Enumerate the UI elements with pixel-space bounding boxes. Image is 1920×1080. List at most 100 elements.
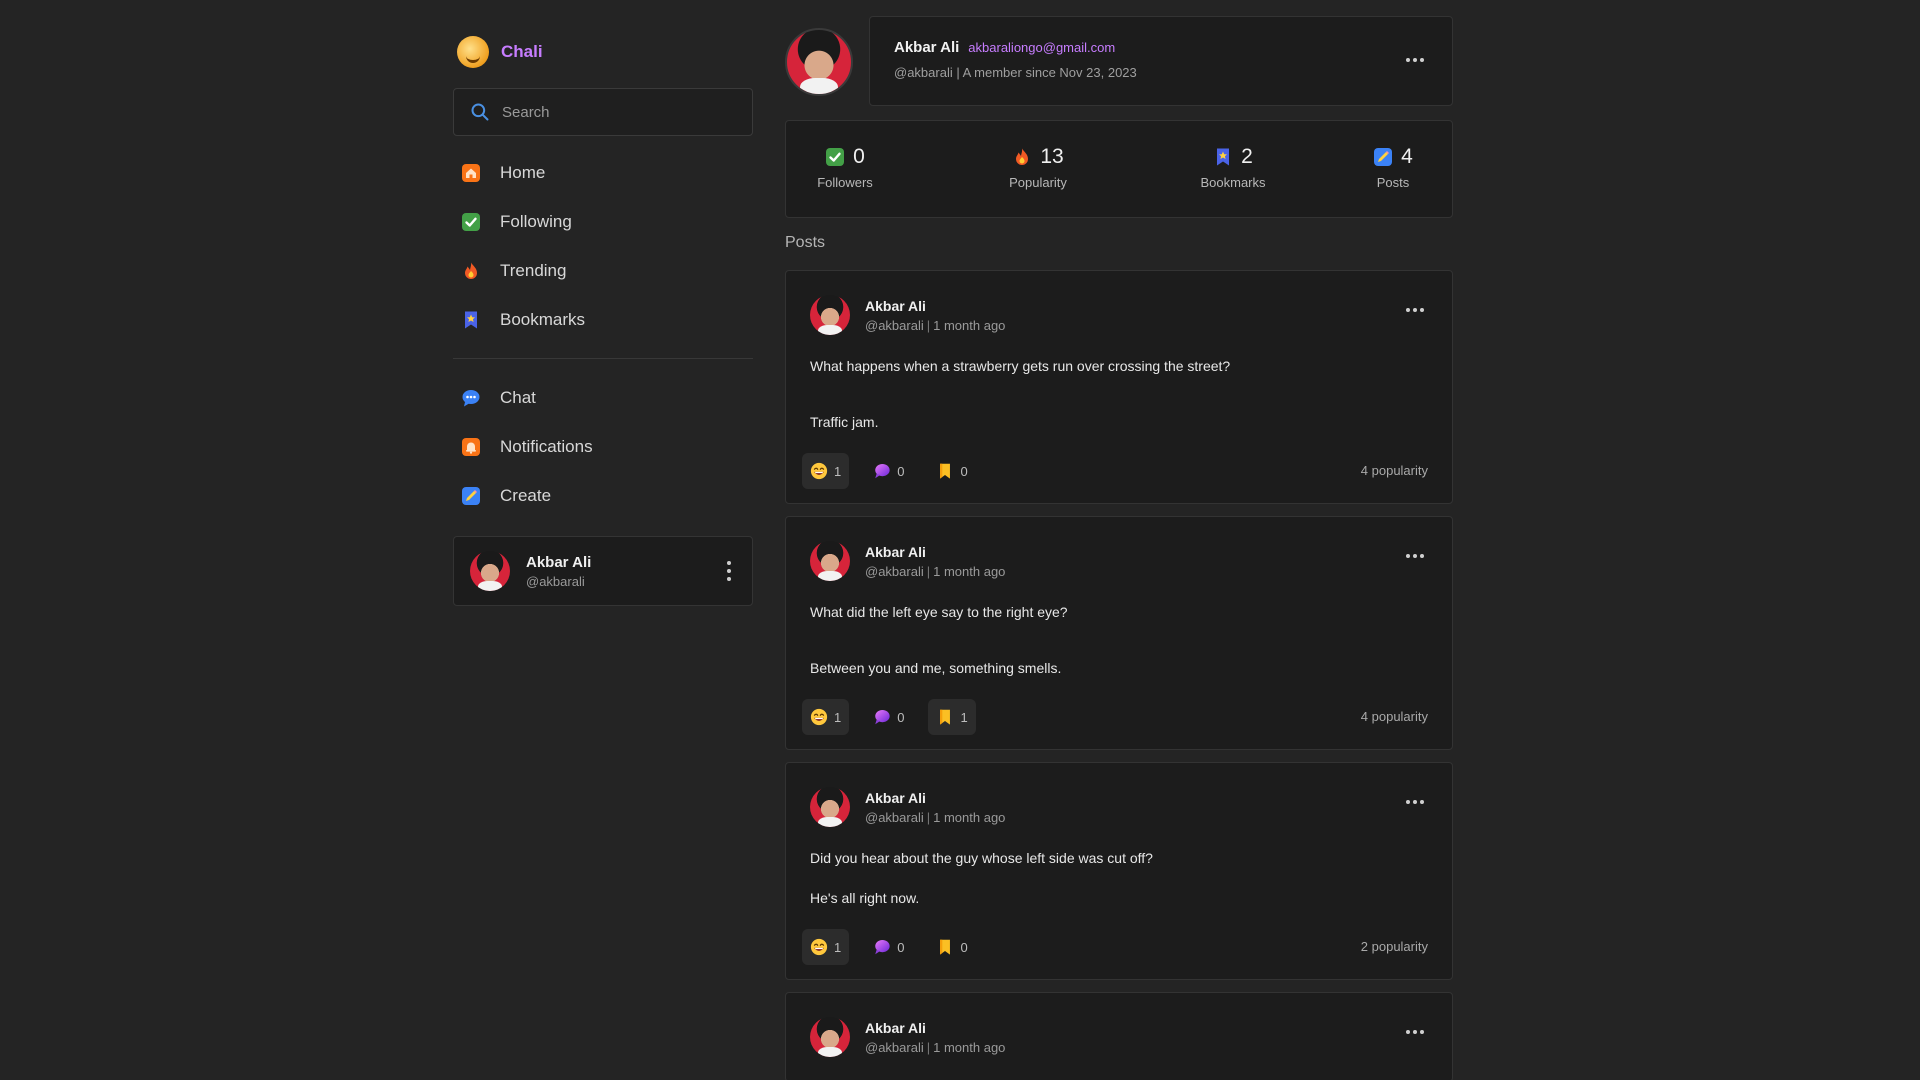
bookmark-star-icon [461, 310, 481, 330]
post-card[interactable]: Akbar Ali @akbarali | 1 month ago What did… [785, 516, 1453, 750]
avatar [470, 551, 510, 591]
nav-item-label: Trending [500, 260, 567, 280]
nav-item-label: Following [500, 211, 572, 231]
primary-nav: Home Following Trending Bookmarks [453, 148, 753, 344]
bookmark-star-icon [1213, 147, 1233, 167]
stat-followers[interactable]: 0 Followers [810, 143, 880, 190]
bookmark-icon [936, 708, 954, 726]
current-user-handle: @akbarali [526, 573, 585, 589]
avatar[interactable] [810, 1017, 850, 1057]
search-input[interactable] [502, 103, 732, 121]
bookmark-count: 1 [960, 709, 968, 725]
nav-item-notifications[interactable]: Notifications [453, 422, 753, 471]
post-handle: @akbarali [865, 563, 924, 579]
bookmark-button[interactable]: 0 [928, 929, 975, 965]
brand-name: Chali [501, 42, 543, 61]
post-handle: @akbarali [865, 317, 924, 333]
react-button[interactable]: 1 [802, 699, 850, 735]
comment-button[interactable]: 0 [865, 929, 912, 965]
posts-heading: Posts [785, 234, 826, 251]
comment-count: 0 [897, 939, 905, 955]
profile-header: Akbar Ali akbaraliongo@gmail.com @akbara… [785, 16, 1453, 106]
bell-icon [461, 437, 481, 457]
nav-item-label: Bookmarks [500, 309, 586, 329]
separator: | [926, 317, 931, 333]
stat-bookmarks[interactable]: 2 Bookmarks [1188, 143, 1278, 190]
react-button[interactable]: 1 [802, 929, 850, 965]
stat-value: 4 [1401, 145, 1413, 168]
bookmark-icon [936, 938, 954, 956]
post-author[interactable]: Akbar Ali [865, 544, 1005, 560]
nav-item-create[interactable]: Create [453, 471, 753, 520]
secondary-nav: Chat Notifications Create [453, 373, 753, 520]
stat-posts[interactable]: 4 Posts [1358, 143, 1428, 190]
chali-logo-icon [457, 36, 489, 68]
nav-item-label: Home [500, 162, 546, 182]
bookmark-count: 0 [960, 939, 968, 955]
search-box [453, 88, 753, 136]
search-icon [471, 103, 489, 121]
pencil-icon [1373, 147, 1393, 167]
nav-item-bookmarks[interactable]: Bookmarks [453, 295, 753, 344]
comment-bubble-icon [873, 462, 891, 480]
profile-avatar[interactable] [785, 28, 853, 96]
avatar[interactable] [810, 541, 850, 581]
bookmark-button[interactable]: 1 [928, 699, 976, 735]
post-more-icon[interactable] [1406, 1029, 1424, 1035]
post-author[interactable]: Akbar Ali [865, 298, 1005, 314]
post-card[interactable]: Akbar Ali @akbarali | 1 month ago Did you … [785, 762, 1453, 980]
post-card[interactable]: Akbar Ali @akbarali | 1 month ago What hap… [785, 270, 1453, 504]
profile-info-card: Akbar Ali akbaraliongo@gmail.com @akbara… [869, 16, 1453, 106]
post-body: What happens when a strawberry gets run … [810, 357, 1428, 431]
bookmark-count: 0 [960, 463, 968, 479]
nav-item-label: Create [500, 485, 552, 505]
bookmark-button[interactable]: 0 [928, 453, 975, 489]
profile-name: Akbar Ali [894, 39, 960, 56]
post-card[interactable]: Akbar Ali @akbarali | 1 month ago [785, 992, 1453, 1080]
nav-item-trending[interactable]: Trending [453, 246, 753, 295]
post-time: 1 month ago [933, 1039, 1006, 1055]
brand[interactable]: Chali [453, 30, 753, 74]
sidebar: Chali Home Following Trending Bookmarks Cha… [453, 30, 753, 606]
nav-item-home[interactable]: Home [453, 148, 753, 197]
current-user-card[interactable]: Akbar Ali @akbarali [453, 536, 753, 606]
separator: | [926, 563, 931, 579]
post-more-icon[interactable] [1406, 307, 1424, 313]
posts-list: Akbar Ali @akbarali | 1 month ago What hap… [785, 270, 1453, 1080]
post-author[interactable]: Akbar Ali [865, 1020, 1005, 1036]
comment-button[interactable]: 0 [865, 453, 912, 489]
comment-button[interactable]: 0 [865, 699, 912, 735]
post-author[interactable]: Akbar Ali [865, 790, 1005, 806]
post-more-icon[interactable] [1406, 799, 1424, 805]
laughing-emoji-icon [810, 462, 828, 480]
post-popularity: 4 popularity [1360, 463, 1428, 478]
post-time: 1 month ago [933, 317, 1006, 333]
avatar[interactable] [810, 787, 850, 827]
post-more-icon[interactable] [1406, 553, 1424, 559]
post-text-line: What did the left eye say to the right e… [810, 604, 1068, 620]
avatar[interactable] [810, 295, 850, 335]
reaction-count: 1 [834, 463, 842, 479]
post-text-line: Traffic jam. [810, 414, 879, 430]
stat-value: 13 [1040, 145, 1064, 168]
stat-label: Bookmarks [1200, 175, 1266, 190]
nav-item-label: Notifications [500, 436, 593, 456]
laughing-emoji-icon [810, 938, 828, 956]
stat-popularity[interactable]: 13 Popularity [998, 143, 1078, 190]
chat-icon [461, 388, 481, 408]
separator: | [926, 1039, 931, 1055]
post-handle: @akbarali [865, 809, 924, 825]
post-actions: 1 0 1 4 popularity [802, 699, 1428, 735]
profile-more-icon[interactable] [1406, 57, 1424, 63]
nav-item-following[interactable]: Following [453, 197, 753, 246]
post-actions: 1 0 0 4 popularity [802, 453, 1428, 489]
post-time: 1 month ago [933, 809, 1006, 825]
profile-subline: @akbarali | A member since Nov 23, 2023 [894, 65, 1137, 80]
user-menu-kebab-icon[interactable] [726, 561, 732, 581]
stat-label: Posts [1376, 175, 1410, 190]
nav-item-chat[interactable]: Chat [453, 373, 753, 422]
react-button[interactable]: 1 [802, 453, 850, 489]
profile-email[interactable]: akbaraliongo@gmail.com [968, 40, 1115, 55]
post-text-line: Did you hear about the guy whose left si… [810, 850, 1153, 866]
current-user-info: Akbar Ali @akbarali [526, 554, 591, 589]
